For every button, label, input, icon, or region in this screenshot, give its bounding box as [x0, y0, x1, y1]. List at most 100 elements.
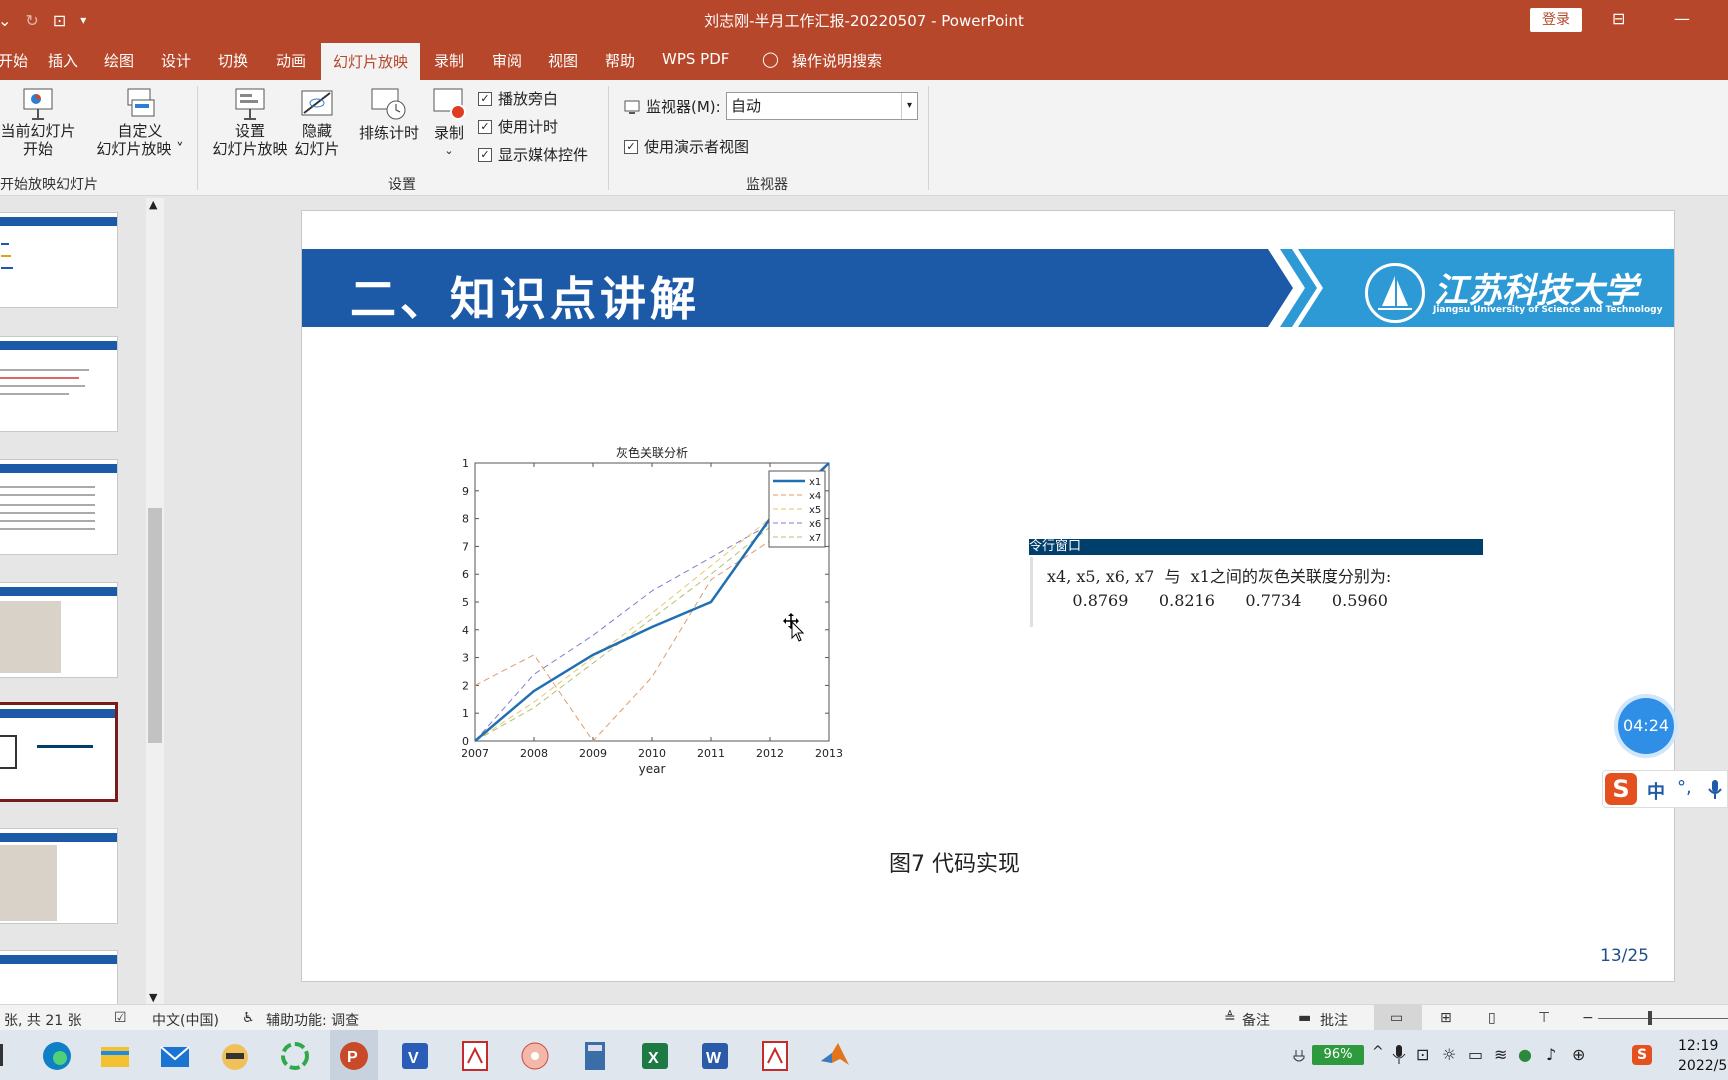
tab-animations[interactable]: 动画 [276, 50, 306, 71]
tab-transitions[interactable]: 切换 [218, 50, 248, 71]
pdf-reader-icon[interactable] [758, 1039, 792, 1073]
slide-thumbnail[interactable] [0, 828, 118, 924]
ime-chinese-mode[interactable]: 中 [1647, 778, 1665, 804]
sailboat-icon [1378, 276, 1412, 310]
sogou-tray-icon[interactable]: S [1632, 1045, 1652, 1065]
show-media-controls-checkbox[interactable]: ✓ 显示媒体控件 [478, 144, 588, 165]
slideshow-view-icon[interactable]: ⊤ [1538, 1010, 1550, 1026]
ribbon-tabs: 开始 插入 绘图 设计 切换 动画 幻灯片放映 录制 审阅 视图 帮助 WPS … [0, 40, 1728, 80]
move-cursor-icon [783, 613, 804, 642]
language-status[interactable]: 中文(中国) [152, 1010, 219, 1030]
page-number: 13/25 [1600, 946, 1649, 966]
reading-view-icon[interactable]: ▯ [1488, 1010, 1496, 1026]
tell-me-search[interactable]: 操作说明搜索 [792, 50, 882, 71]
tab-help[interactable]: 帮助 [605, 50, 635, 71]
ribbon-display-icon[interactable]: ⊟ [1612, 9, 1625, 28]
monitor-select[interactable]: 自动 ▾ [726, 92, 918, 120]
matlab-icon[interactable] [818, 1039, 852, 1073]
play-narration-checkbox[interactable]: ✓ 播放旁白 [478, 88, 558, 109]
scroll-up-icon[interactable]: ▲ [149, 198, 157, 211]
accessibility-status[interactable]: 辅助功能: 调查 [266, 1010, 359, 1030]
pdf-tool-icon[interactable] [458, 1039, 492, 1073]
recording-timer[interactable]: 04:24 [1618, 698, 1674, 754]
input-method-icon[interactable]: ⊕ [1572, 1045, 1585, 1064]
raccoon-app-icon[interactable] [218, 1039, 252, 1073]
scrollbar-thumb[interactable] [148, 508, 162, 743]
slide-thumbnail[interactable] [0, 459, 118, 555]
slide-canvas[interactable]: 二、知识点讲解 江苏科技大学 Jiangsu University of Sci… [301, 210, 1675, 982]
zoom-slider[interactable] [1598, 1018, 1728, 1019]
microphone-icon[interactable] [1392, 1044, 1406, 1066]
use-timings-checkbox[interactable]: ✓ 使用计时 [478, 116, 558, 137]
wifi-icon[interactable]: ≋ [1494, 1045, 1507, 1064]
ime-punctuation[interactable]: °, [1677, 777, 1692, 798]
slide-thumbnail[interactable] [0, 212, 118, 308]
y-tick-label: 0.8 [462, 513, 469, 526]
zoom-slider-thumb[interactable] [1648, 1011, 1652, 1025]
battery-tray-icon[interactable]: ▭ [1468, 1045, 1483, 1064]
mail-icon[interactable] [158, 1039, 192, 1073]
sync-app-icon[interactable] [278, 1039, 312, 1073]
wechat-icon[interactable]: ● [1518, 1045, 1532, 1064]
comments-button[interactable]: 批注 [1320, 1010, 1348, 1030]
ime-toolbar[interactable]: S 中 °, [1602, 770, 1728, 808]
word-icon[interactable]: W [698, 1039, 732, 1073]
group-start-slideshow: 开始放映幻灯片 [0, 177, 98, 193]
tab-wps-pdf[interactable]: WPS PDF [662, 50, 729, 68]
record-button[interactable]: 录制 ⌄ [428, 86, 470, 160]
record-dropdown-icon[interactable]: ⌄ [428, 142, 470, 160]
calculator-icon[interactable] [578, 1039, 612, 1073]
microphone-icon[interactable] [1707, 779, 1723, 801]
projector-screen-icon [23, 88, 53, 120]
slide-thumbnail-selected[interactable] [0, 702, 118, 802]
spellcheck-icon[interactable]: ☑ [114, 1010, 127, 1026]
from-current-slide-button[interactable]: 当前幻灯片 开始 [0, 86, 76, 158]
comments-icon: ▬ [1298, 1010, 1312, 1026]
show-hidden-icons-icon[interactable]: ^ [1372, 1044, 1384, 1060]
power-plug-icon[interactable] [1292, 1046, 1312, 1064]
tab-insert[interactable]: 插入 [48, 50, 78, 71]
zoom-out-icon[interactable]: − [1582, 1010, 1594, 1026]
tab-review[interactable]: 审阅 [492, 50, 522, 71]
svg-text:X: X [648, 1050, 659, 1067]
scroll-down-icon[interactable]: ▼ [149, 991, 157, 1004]
custom-slideshow-button[interactable]: 自定义 幻灯片放映 ˅ [92, 86, 188, 158]
battery-indicator[interactable]: 96% [1312, 1045, 1364, 1065]
powerpoint-icon[interactable]: P [337, 1039, 371, 1073]
presenter-view-label: 使用演示者视图 [644, 138, 750, 156]
presenter-view-checkbox[interactable]: ✓ 使用演示者视图 [624, 136, 749, 157]
disk-tool-icon[interactable] [518, 1039, 552, 1073]
command-window-titlebar: 令行窗口 [1029, 539, 1483, 555]
minimize-icon[interactable]: — [1674, 9, 1690, 28]
slide-sorter-icon[interactable]: ⊞ [1440, 1010, 1452, 1026]
y-tick-label: 0.6 [462, 568, 469, 581]
notes-button[interactable]: 备注 [1242, 1010, 1270, 1030]
file-explorer-icon[interactable] [98, 1039, 132, 1073]
slide-thumbnail-pane [0, 198, 168, 1046]
excel-icon[interactable]: X [638, 1039, 672, 1073]
visio-icon[interactable]: V [398, 1039, 432, 1073]
app-tray-icon[interactable]: ☼ [1442, 1045, 1456, 1064]
search-icon[interactable] [0, 1044, 3, 1066]
tab-view[interactable]: 视图 [548, 50, 578, 71]
slide-thumbnail[interactable] [0, 582, 118, 678]
setup-slideshow-button[interactable]: 设置 幻灯片放映 [208, 86, 292, 158]
screen-tool-icon[interactable]: ⊡ [1416, 1045, 1429, 1064]
volume-icon[interactable]: ♪ [1546, 1045, 1556, 1064]
record-label: 录制 [433, 124, 464, 142]
legend-label: x7 [809, 533, 821, 544]
login-button[interactable]: 登录 [1530, 8, 1582, 32]
tab-design[interactable]: 设计 [161, 50, 191, 71]
tab-home[interactable]: 开始 [0, 50, 28, 71]
hide-slide-button[interactable]: 隐藏 幻灯片 [292, 86, 342, 158]
tab-slideshow[interactable]: 幻灯片放映 [321, 43, 421, 80]
slide-thumbnail[interactable] [0, 336, 118, 432]
tab-record[interactable]: 录制 [434, 50, 464, 71]
dropdown-arrow-icon[interactable]: ▾ [901, 93, 917, 119]
rehearse-timings-button[interactable]: 排练计时 [356, 86, 422, 142]
system-clock[interactable]: 12:19 2022/5 [1678, 1036, 1727, 1076]
tab-draw[interactable]: 绘图 [104, 50, 134, 71]
monitor-value: 自动 [731, 97, 762, 115]
edge-browser-icon[interactable] [40, 1039, 74, 1073]
svg-text:W: W [706, 1050, 722, 1067]
